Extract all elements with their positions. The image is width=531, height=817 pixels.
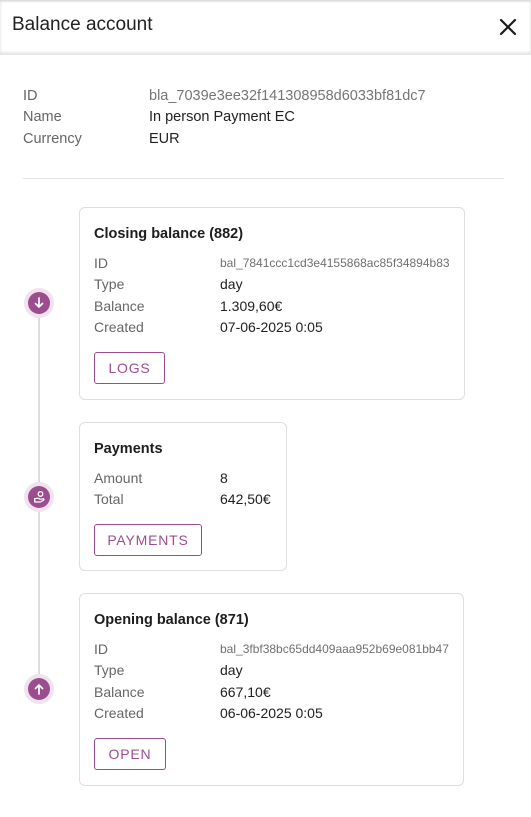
opening-balance-card: Opening balance (871) ID bal_3fbf38bc65d… [79,593,464,786]
opening-id-row: ID bal_3fbf38bc65dd409aaa952b69e081bb47 [94,638,449,660]
open-button[interactable]: OPEN [94,738,166,770]
opening-balance-label: Balance [94,683,145,700]
opening-type-value: day [220,662,243,679]
divider [23,178,504,179]
timeline-node-opening [24,674,54,704]
account-currency-label: Currency [23,130,82,147]
opening-balance-value: 667,10€ [220,683,271,700]
closing-balance-title: Closing balance (882) [94,226,244,242]
account-currency-row: Currency EUR [23,128,426,150]
opening-balance-row: Balance 667,10€ [94,681,449,703]
account-info: ID bla_7039e3ee32f141308958d6033bf81dc7 … [23,85,426,150]
payments-total-value: 642,50€ [220,491,271,508]
closing-created-row: Created 07-06-2025 0:05 [94,317,450,339]
opening-type-row: Type day [94,660,449,682]
close-button[interactable] [494,13,522,41]
closing-created-label: Created [94,319,144,336]
closing-balance-label: Balance [94,297,145,314]
closing-balance-row: Balance 1.309,60€ [94,295,450,317]
account-id-label: ID [23,87,38,104]
opening-type-label: Type [94,662,125,679]
payments-amount-value: 8 [220,469,228,486]
payments-title: Payments [94,441,163,457]
account-name-label: Name [23,109,62,126]
timeline-dot [28,486,50,508]
payments-button[interactable]: PAYMENTS [94,524,202,556]
arrow-down-icon [34,297,44,308]
account-name-row: Name In person Payment EC [23,107,426,129]
account-id-row: ID bla_7039e3ee32f141308958d6033bf81dc7 [23,85,426,107]
timeline-node-closing [24,288,54,318]
opening-created-value: 06-06-2025 0:05 [220,705,323,722]
payments-total-label: Total [94,491,124,508]
closing-id-row: ID bal_7841ccc1cd3e4155868ac85f34894b83 [94,252,450,274]
payments-amount-row: Amount 8 [94,467,272,489]
opening-created-row: Created 06-06-2025 0:05 [94,703,449,725]
closing-id-value: bal_7841ccc1cd3e4155868ac85f34894b83 [220,255,450,270]
header-shadow [0,0,531,3]
closing-type-label: Type [94,276,125,293]
dialog-title: Balance account [12,14,153,35]
payments-card: Payments Amount 8 Total 642,50€ PAYMENTS [79,422,287,571]
closing-type-row: Type day [94,274,450,296]
payments-amount-label: Amount [94,469,143,486]
closing-balance-value: 1.309,60€ [220,297,283,314]
timeline-node-payments [24,482,54,512]
closing-type-value: day [220,276,243,293]
closing-id-label: ID [94,254,108,271]
logs-button[interactable]: LOGS [94,352,165,384]
payments-total-row: Total 642,50€ [94,489,272,511]
closing-created-value: 07-06-2025 0:05 [220,319,323,336]
payment-hand-icon [34,491,45,503]
timeline-dot [28,678,50,700]
closing-balance-card: Closing balance (882) ID bal_7841ccc1cd3… [79,207,465,400]
timeline-dot [28,292,50,314]
dialog-header: Balance account [0,0,531,55]
opening-id-value: bal_3fbf38bc65dd409aaa952b69e081bb47 [220,641,449,656]
account-currency-value: EUR [149,130,180,147]
account-id-value: bla_7039e3ee32f141308958d6033bf81dc7 [149,87,426,104]
account-name-value: In person Payment EC [149,109,295,126]
opening-created-label: Created [94,705,144,722]
opening-balance-title: Opening balance (871) [94,612,249,628]
opening-id-label: ID [94,640,108,657]
close-icon [499,18,517,36]
arrow-up-icon [34,684,44,695]
